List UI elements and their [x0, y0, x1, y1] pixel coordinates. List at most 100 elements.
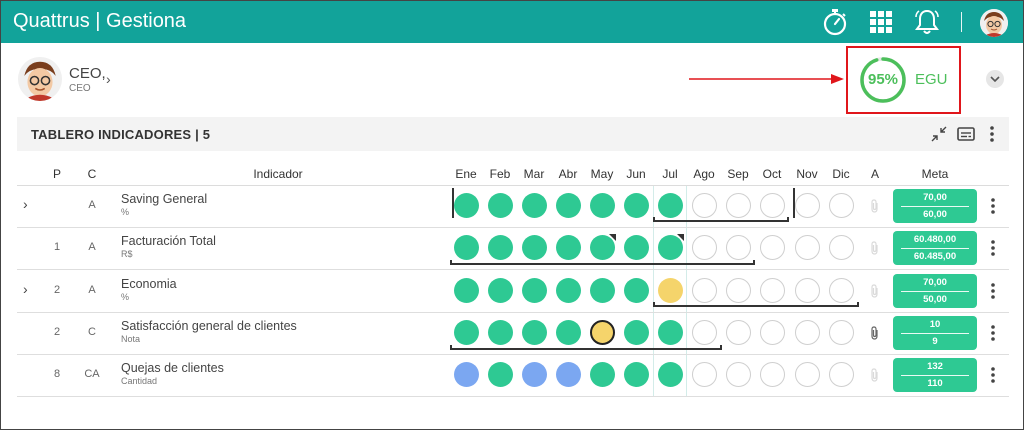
- status-dot-empty[interactable]: [726, 235, 751, 260]
- status-dot-green[interactable]: [488, 362, 513, 387]
- status-dot-green[interactable]: [454, 278, 479, 303]
- row-more-vert-icon[interactable]: [987, 283, 999, 299]
- status-dot-empty[interactable]: [829, 320, 854, 345]
- status-dot-green[interactable]: [454, 193, 479, 218]
- meta-target[interactable]: 70,00 60,00: [893, 189, 977, 223]
- status-dot-green[interactable]: [624, 320, 649, 345]
- status-dot-green[interactable]: [454, 320, 479, 345]
- indicator-name[interactable]: Saving General: [121, 192, 207, 206]
- indicator-name[interactable]: Satisfacción general de clientes: [121, 319, 297, 333]
- status-dot-empty[interactable]: [829, 235, 854, 260]
- meta-target[interactable]: 60.480,00 60.485,00: [893, 231, 977, 265]
- status-dot-green[interactable]: [522, 278, 547, 303]
- status-dot-green[interactable]: [556, 278, 581, 303]
- attachment-icon[interactable]: [869, 326, 881, 340]
- chevron-right-icon[interactable]: ›: [106, 71, 111, 87]
- status-dot-green[interactable]: [658, 193, 683, 218]
- status-dot-empty[interactable]: [692, 320, 717, 345]
- status-dot-empty[interactable]: [726, 320, 751, 345]
- user-name[interactable]: CEO,: [69, 65, 106, 82]
- status-dot-green[interactable]: [658, 234, 684, 260]
- user-avatar[interactable]: [980, 9, 1008, 37]
- status-dot-green[interactable]: [522, 193, 547, 218]
- collapse-button[interactable]: [986, 70, 1004, 88]
- bell-icon[interactable]: [911, 6, 943, 38]
- status-dot-green[interactable]: [556, 193, 581, 218]
- status-dot-empty[interactable]: [795, 235, 820, 260]
- status-dot-blue[interactable]: [454, 362, 479, 387]
- status-dot-empty[interactable]: [726, 278, 751, 303]
- status-dot-empty[interactable]: [692, 278, 717, 303]
- indicator-name[interactable]: Quejas de clientes: [121, 361, 224, 375]
- status-dot-empty[interactable]: [692, 193, 717, 218]
- meta-target[interactable]: 132 110: [893, 358, 977, 392]
- status-dot-yellow[interactable]: [590, 320, 615, 345]
- status-dot-green[interactable]: [522, 235, 547, 260]
- status-dot-empty[interactable]: [795, 362, 820, 387]
- status-dot-green[interactable]: [488, 193, 513, 218]
- compress-icon[interactable]: [929, 124, 949, 144]
- indicator-name[interactable]: Facturación Total: [121, 234, 216, 248]
- meta-target[interactable]: 10 9: [893, 316, 977, 350]
- status-dot-empty[interactable]: [829, 193, 854, 218]
- status-dot-green[interactable]: [488, 235, 513, 260]
- status-dot-empty[interactable]: [726, 362, 751, 387]
- status-dot-green[interactable]: [590, 193, 615, 218]
- status-dot-blue[interactable]: [522, 362, 547, 387]
- row-more-vert-icon[interactable]: [987, 240, 999, 256]
- status-dot-green[interactable]: [556, 320, 581, 345]
- status-dot-empty[interactable]: [760, 320, 785, 345]
- status-dot-green[interactable]: [556, 235, 581, 260]
- status-dot-empty[interactable]: [760, 362, 785, 387]
- attachment-icon[interactable]: [869, 241, 881, 255]
- status-dot-empty[interactable]: [829, 278, 854, 303]
- status-dot-green[interactable]: [624, 278, 649, 303]
- expand-row-icon[interactable]: ›: [23, 196, 28, 212]
- egu-label[interactable]: EGU: [915, 71, 948, 88]
- attachment-icon[interactable]: [869, 199, 881, 213]
- status-dot-green[interactable]: [590, 362, 615, 387]
- status-dot-empty[interactable]: [726, 193, 751, 218]
- apps-grid-icon[interactable]: [865, 6, 897, 38]
- col-header-month: Feb: [489, 167, 511, 181]
- status-dot-green[interactable]: [658, 362, 683, 387]
- header-divider: [17, 185, 1009, 186]
- period-bracket: [653, 217, 789, 222]
- status-dot-empty[interactable]: [795, 278, 820, 303]
- stopwatch-icon[interactable]: [819, 6, 851, 38]
- meta-value-bottom: 110: [927, 378, 943, 389]
- row-more-vert-icon[interactable]: [987, 325, 999, 341]
- status-dot-green[interactable]: [658, 320, 683, 345]
- row-more-vert-icon[interactable]: [987, 367, 999, 383]
- user-avatar-large[interactable]: [18, 57, 62, 101]
- app-brand[interactable]: Quattrus | Gestiona: [13, 10, 186, 33]
- status-dot-green[interactable]: [488, 320, 513, 345]
- status-dot-green[interactable]: [590, 234, 616, 260]
- more-vert-icon[interactable]: [982, 124, 1002, 144]
- status-dot-empty[interactable]: [760, 193, 785, 218]
- status-dot-green[interactable]: [624, 235, 649, 260]
- status-dot-green[interactable]: [454, 235, 479, 260]
- attachment-icon[interactable]: [869, 284, 881, 298]
- status-dot-empty[interactable]: [795, 320, 820, 345]
- status-dot-green[interactable]: [590, 278, 615, 303]
- row-more-vert-icon[interactable]: [987, 198, 999, 214]
- subtitles-icon[interactable]: [956, 124, 976, 144]
- status-dot-blue[interactable]: [556, 362, 581, 387]
- status-dot-empty[interactable]: [829, 362, 854, 387]
- indicator-name[interactable]: Economia: [121, 277, 177, 291]
- attachment-icon[interactable]: [869, 368, 881, 382]
- status-dot-yellow[interactable]: [658, 278, 683, 303]
- status-dot-green[interactable]: [624, 193, 649, 218]
- meta-separator: [901, 375, 969, 376]
- status-dot-empty[interactable]: [692, 235, 717, 260]
- status-dot-empty[interactable]: [760, 278, 785, 303]
- status-dot-empty[interactable]: [760, 235, 785, 260]
- status-dot-empty[interactable]: [795, 193, 820, 218]
- status-dot-green[interactable]: [624, 362, 649, 387]
- status-dot-green[interactable]: [488, 278, 513, 303]
- status-dot-empty[interactable]: [692, 362, 717, 387]
- status-dot-green[interactable]: [522, 320, 547, 345]
- expand-row-icon[interactable]: ›: [23, 281, 28, 297]
- meta-target[interactable]: 70,00 50,00: [893, 274, 977, 308]
